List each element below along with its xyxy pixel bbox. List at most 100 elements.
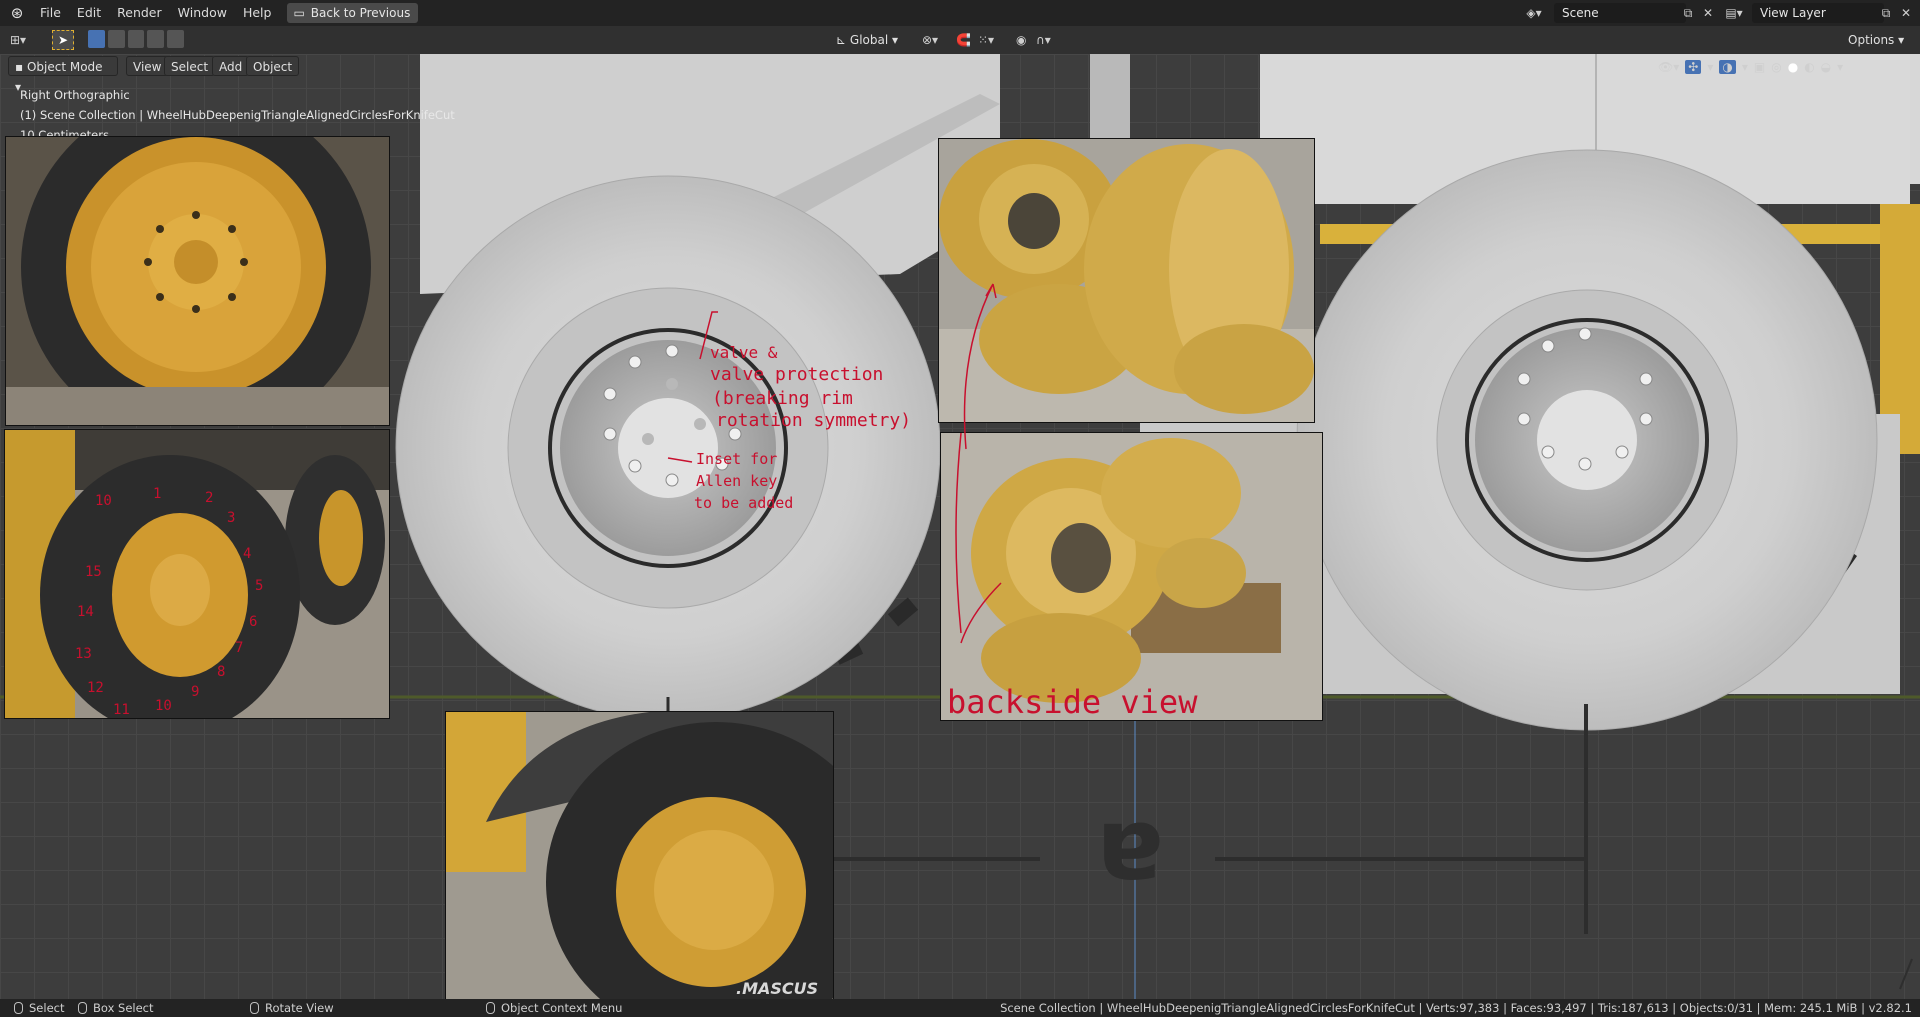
back-to-previous-label: Back to Previous xyxy=(310,6,411,20)
right-wheel xyxy=(1296,149,1878,731)
tire-number-3: 3 xyxy=(227,510,235,526)
object-mode-icon: ▪ xyxy=(15,60,24,74)
orientation-axes-icon: ⊾ xyxy=(836,33,847,47)
collection-info: (1) Scene Collection | WheelHubDeepenigT… xyxy=(20,108,455,122)
3d-viewport[interactable]: a valve & valve protection (breaking rim… xyxy=(0,54,1920,999)
delete-view-layer-icon[interactable]: ✕ xyxy=(1896,3,1916,23)
tire-number-9: 9 xyxy=(191,684,199,700)
status-select: Select xyxy=(14,999,64,1017)
tire-number-1: 1 xyxy=(153,486,161,502)
menu-render[interactable]: Render xyxy=(109,0,170,26)
back-to-previous-button[interactable]: ▭ Back to Previous xyxy=(287,3,419,23)
mouse-middle-icon xyxy=(250,1002,259,1014)
view-name: Right Orthographic xyxy=(20,88,130,102)
proportional-edit-icon[interactable]: ◉ xyxy=(1016,30,1034,50)
scene-name-field[interactable]: Scene xyxy=(1554,3,1686,23)
overlay-toggle-icon[interactable]: ◑ xyxy=(1719,60,1736,74)
options-dropdown[interactable]: Options ▾ xyxy=(1848,30,1914,50)
valve-line-2: valve protection xyxy=(710,364,883,385)
tire-number-10a: 10 xyxy=(95,493,112,509)
gizmo-toggle-icon[interactable]: ✣ xyxy=(1685,60,1702,74)
snap-target-icon[interactable]: ⁙▾ xyxy=(978,30,1006,50)
select-extend-icon[interactable] xyxy=(107,30,125,48)
options-label: Options xyxy=(1848,33,1895,47)
gizmo-dropdown-icon[interactable]: ▾ xyxy=(1707,60,1713,74)
status-box-select-label: Box Select xyxy=(93,1001,154,1015)
wireframe-shading-icon[interactable]: ◎ xyxy=(1771,60,1781,74)
status-context-menu-label: Object Context Menu xyxy=(501,1001,623,1015)
menu-file[interactable]: File xyxy=(32,0,69,26)
mouse-left-icon xyxy=(14,1002,23,1014)
tire-number-2: 2 xyxy=(205,490,213,506)
object-menu[interactable]: Object xyxy=(246,56,300,76)
status-rotate-view-label: Rotate View xyxy=(265,1001,334,1015)
pivot-point-icon[interactable]: ⊗▾ xyxy=(922,30,950,50)
blender-logo-icon[interactable]: ⊛ xyxy=(8,4,26,22)
tire-number-12: 12 xyxy=(87,680,104,696)
object-mode-dropdown[interactable]: ▪ Object Mode ▾ xyxy=(8,56,118,94)
tire-brand-watermark: .MASCUS xyxy=(736,979,818,998)
tire-number-15: 15 xyxy=(85,564,102,580)
scene-statistics: Scene Collection | WheelHubDeepenigTrian… xyxy=(1000,999,1912,1017)
select-new-icon[interactable] xyxy=(88,30,105,48)
valve-line-3: (breaking rim xyxy=(712,388,853,409)
shading-dropdown-icon[interactable]: ▾ xyxy=(1837,60,1843,74)
menu-edit[interactable]: Edit xyxy=(69,0,109,26)
tire-number-8: 8 xyxy=(217,664,225,680)
view-layer-label: View Layer xyxy=(1760,6,1826,20)
screen-icon: ▭ xyxy=(293,6,305,20)
viewport-header-right: 👁▾ ✣ ▾ ◑ ▾ ▣ ◎ ● ◐ ◒ ▾ xyxy=(1658,56,1912,78)
delete-scene-icon[interactable]: ✕ xyxy=(1698,3,1718,23)
select-menu[interactable]: Select xyxy=(164,56,216,76)
snap-toggle-icon[interactable]: 🧲 xyxy=(956,30,974,50)
scene-statistics-label: Scene Collection | WheelHubDeepenigTrian… xyxy=(1000,1001,1912,1015)
mouse-left-drag-icon xyxy=(78,1002,87,1014)
select-tool-icon[interactable]: ➤ xyxy=(52,30,74,50)
status-context-menu: Object Context Menu xyxy=(486,999,622,1017)
scene-selector-icon[interactable]: ◈▾ xyxy=(1524,3,1544,23)
status-rotate-view: Rotate View xyxy=(250,999,334,1017)
reference-photo-tire-numbered: 10 1 2 3 4 5 6 7 8 9 10 11 12 13 14 15 xyxy=(4,429,390,719)
inset-line-3: to be added xyxy=(694,494,793,512)
backside-arrow xyxy=(963,283,997,450)
tire-number-7: 7 xyxy=(235,640,243,656)
tire-number-5: 5 xyxy=(255,578,263,594)
select-intersect-icon[interactable] xyxy=(167,30,184,48)
view-layer-field[interactable]: View Layer xyxy=(1752,3,1884,23)
valve-line-4: rotation symmetry) xyxy=(716,410,911,431)
corner-mark xyxy=(1899,958,1913,990)
transform-orientation-dropdown[interactable]: ⊾ Global ▾ xyxy=(836,30,916,50)
reference-photo-tire-closeup: .MASCUS xyxy=(445,711,834,999)
reference-photo-tire-front xyxy=(5,136,390,426)
visibility-eye-icon[interactable]: 👁▾ xyxy=(1658,60,1679,74)
view-layer-selector-icon[interactable]: ▤▾ xyxy=(1724,3,1744,23)
scene-name-label: Scene xyxy=(1562,6,1599,20)
menu-window[interactable]: Window xyxy=(170,0,235,26)
rendered-shading-icon[interactable]: ◒ xyxy=(1821,60,1831,74)
select-subtract-icon[interactable] xyxy=(127,30,145,48)
view-menu[interactable]: View xyxy=(126,56,169,76)
tire-number-13: 13 xyxy=(75,646,92,662)
tire-number-10: 10 xyxy=(155,698,172,714)
left-wheel xyxy=(395,175,941,721)
backside-view-label: backside view xyxy=(947,683,1198,720)
mouse-right-icon xyxy=(486,1002,495,1014)
status-bar: Select Box Select Rotate View Object Con… xyxy=(0,999,1920,1017)
new-view-layer-icon[interactable]: ⧉ xyxy=(1876,3,1896,23)
tire-number-14: 14 xyxy=(77,604,94,620)
inset-line-2: Allen key xyxy=(696,472,777,490)
select-invert-icon[interactable] xyxy=(147,30,165,48)
material-shading-icon[interactable]: ◐ xyxy=(1804,60,1814,74)
status-box-select: Box Select xyxy=(78,999,154,1017)
solid-shading-icon[interactable]: ● xyxy=(1788,60,1798,74)
editor-type-icon[interactable]: ⊞▾ xyxy=(10,30,38,50)
new-scene-icon[interactable]: ⧉ xyxy=(1678,3,1698,23)
menu-help[interactable]: Help xyxy=(235,0,280,26)
inset-line-1: Inset for xyxy=(696,450,777,468)
overlay-dropdown-icon[interactable]: ▾ xyxy=(1742,60,1748,74)
object-mode-label: Object Mode xyxy=(26,60,103,74)
falloff-curve-icon[interactable]: ∩▾ xyxy=(1036,30,1066,50)
add-menu[interactable]: Add xyxy=(212,56,250,76)
xray-toggle-icon[interactable]: ▣ xyxy=(1754,60,1765,74)
tire-number-6: 6 xyxy=(249,614,257,630)
